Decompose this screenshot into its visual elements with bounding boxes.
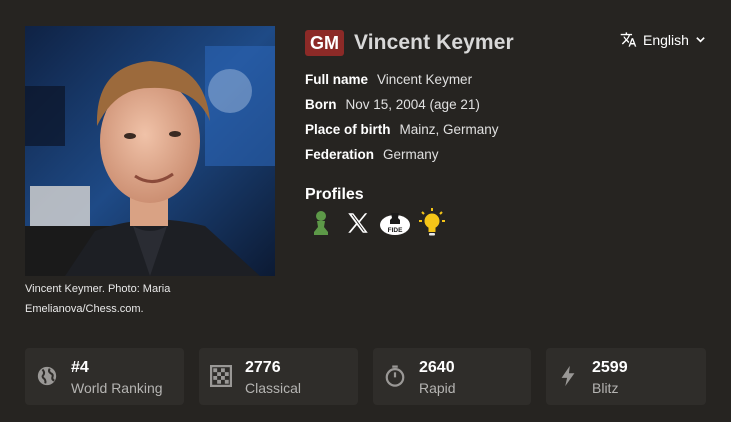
info-value: Nov 15, 2004 (age 21): [345, 97, 480, 112]
stat-label: Classical: [245, 380, 302, 396]
stat-rapid: 2640 Rapid: [373, 348, 531, 405]
info-row-full-name: Full name Vincent Keymer: [305, 67, 499, 92]
chesscom-pawn-icon[interactable]: [305, 207, 337, 239]
fide-icon[interactable]: FIDE: [379, 207, 411, 239]
info-row-place-of-birth: Place of birth Mainz, Germany: [305, 117, 499, 142]
info-value: Germany: [383, 147, 439, 162]
language-selector[interactable]: English: [620, 31, 706, 48]
classical-board-icon: [210, 365, 232, 387]
lightning-icon: [557, 365, 579, 387]
x-icon[interactable]: [342, 207, 374, 239]
stat-world-ranking: #4 World Ranking: [25, 348, 184, 405]
title-badge: GM: [305, 30, 344, 56]
info-row-federation: Federation Germany: [305, 142, 499, 167]
stat-value: 2776: [245, 359, 281, 376]
stat-label: World Ranking: [71, 380, 163, 396]
info-value: Mainz, Germany: [399, 122, 499, 137]
info-value: Vincent Keymer: [377, 72, 473, 87]
stat-value: 2640: [419, 359, 455, 376]
stat-label: Rapid: [419, 380, 456, 396]
player-name: Vincent Keymer: [354, 31, 514, 54]
stat-blitz: 2599 Blitz: [546, 348, 706, 405]
info-label: Born: [305, 97, 337, 112]
translate-icon: [620, 31, 637, 48]
player-card: Vincent Keymer. Photo: Maria Emelianova/…: [0, 0, 731, 422]
stat-value: #4: [71, 359, 89, 376]
language-label: English: [643, 31, 689, 48]
profile-links: FIDE: [305, 207, 453, 239]
info-label: Federation: [305, 147, 375, 162]
chevron-down-icon: [695, 34, 706, 45]
stat-classical: 2776 Classical: [199, 348, 358, 405]
info-label: Full name: [305, 72, 369, 87]
player-photo: [25, 26, 275, 276]
player-info: Full name Vincent Keymer Born Nov 15, 20…: [305, 67, 499, 167]
stat-value: 2599: [592, 359, 628, 376]
stopwatch-icon: [384, 365, 406, 387]
lightbulb-icon[interactable]: [416, 207, 448, 239]
stats-row: #4 World Ranking 2776 Classical 2640 Rap…: [25, 348, 706, 406]
profiles-heading: Profiles: [305, 186, 364, 203]
globe-icon: [36, 365, 58, 387]
photo-caption: Vincent Keymer. Photo: Maria Emelianova/…: [25, 283, 171, 315]
stat-label: Blitz: [592, 380, 619, 396]
player-header: GM Vincent Keymer: [305, 30, 514, 56]
info-row-born: Born Nov 15, 2004 (age 21): [305, 92, 499, 117]
fide-label: FIDE: [388, 227, 403, 234]
info-label: Place of birth: [305, 122, 391, 137]
